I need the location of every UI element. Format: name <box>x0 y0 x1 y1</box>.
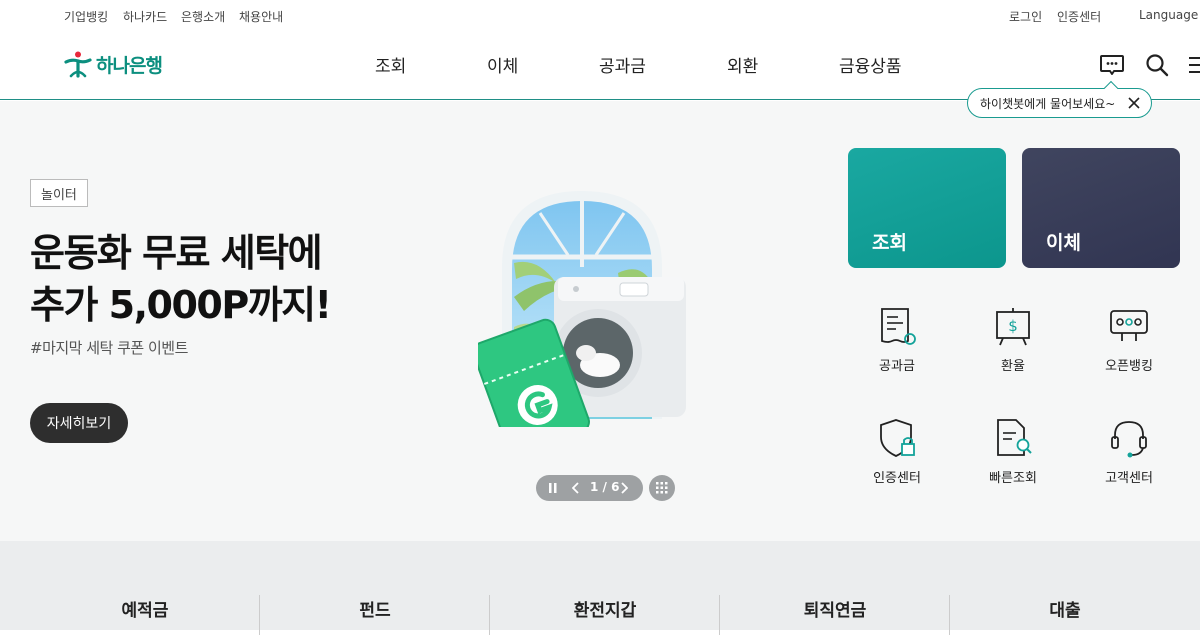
banner-all-button[interactable] <box>649 475 675 501</box>
hero-subtitle: #마지막 세탁 쿠폰 이벤트 <box>30 339 188 357</box>
pause-icon[interactable] <box>549 483 557 493</box>
nav-foreign-exchange[interactable]: 외환 <box>727 52 758 77</box>
quick-menu-open-banking[interactable]: 오픈뱅킹 <box>1079 305 1179 374</box>
quick-menu-label: 환율 <box>1001 359 1025 374</box>
hero-title-line-2: 추가 5,000P까지! <box>30 283 332 327</box>
quick-menu-label: 고객센터 <box>1105 471 1153 486</box>
document-search-icon <box>997 419 1032 456</box>
cert-center-link[interactable]: 인증센터 <box>1057 8 1101 25</box>
product-tab-pension[interactable]: 퇴직연금 <box>720 596 950 621</box>
util-link-about[interactable]: 은행소개 <box>181 8 225 25</box>
tooltip-text: 하이챗봇에게 물어보세요~ <box>980 96 1116 111</box>
chatbot-icon[interactable] <box>1099 52 1125 78</box>
quick-menu-quick-inquiry[interactable]: 빠른조회 <box>963 417 1063 486</box>
hana-logo-icon <box>64 51 92 78</box>
util-link-corporate[interactable]: 기업뱅킹 <box>64 8 108 25</box>
exchange-rate-icon: $ <box>996 308 1030 346</box>
quick-menu-label: 빠른조회 <box>989 471 1037 486</box>
hero-title-line-1: 운동화 무료 세탁에 <box>30 231 323 275</box>
quick-menu-exchange-rate[interactable]: $ 환율 <box>963 305 1063 374</box>
menu-icon[interactable] <box>1187 52 1200 78</box>
nav-inquiry[interactable]: 조회 <box>375 52 406 77</box>
quick-menu-label: 오픈뱅킹 <box>1105 359 1153 374</box>
language-link[interactable]: Language <box>1139 8 1198 22</box>
hero-banner: 놀이터 운동화 무료 세탁에 추가 5,000P까지! #마지막 세탁 쿠폰 이… <box>0 101 1200 541</box>
product-tab-deposits[interactable]: 예적금 <box>30 596 260 621</box>
utility-bar: 기업뱅킹 하나카드 은행소개 채용안내 로그인 인증센터 Language <box>0 0 1200 32</box>
headset-icon <box>1111 421 1147 458</box>
svg-text:$: $ <box>1008 317 1018 335</box>
quick-card-inquiry-label: 조회 <box>872 232 907 254</box>
login-link[interactable]: 로그인 <box>1009 8 1042 25</box>
product-tab-fx-wallet[interactable]: 환전지갑 <box>490 596 720 621</box>
search-icon[interactable] <box>1144 52 1170 78</box>
grid-icon <box>656 482 668 494</box>
view-details-button[interactable]: 자세히보기 <box>30 403 128 443</box>
quick-menu-label: 인증센터 <box>873 471 921 486</box>
open-banking-icon <box>1110 310 1148 341</box>
product-section: 예적금 펀드 환전지갑 퇴직연금 대출 <box>0 541 1200 635</box>
product-tab-funds[interactable]: 펀드 <box>260 596 490 621</box>
product-tab-loans[interactable]: 대출 <box>950 596 1180 621</box>
logo[interactable]: 하나은행 <box>64 50 163 78</box>
chatbot-tooltip: 하이챗봇에게 물어보세요~ <box>967 80 1152 118</box>
bill-icon <box>881 308 916 345</box>
logo-text: 하나은행 <box>96 54 163 77</box>
quick-card-transfer[interactable]: 이체 <box>1022 148 1180 268</box>
quick-card-inquiry[interactable]: 조회 <box>848 148 1006 268</box>
quick-card-transfer-label: 이체 <box>1046 232 1081 254</box>
pager-count: 1 / 6 <box>590 480 620 494</box>
close-icon[interactable] <box>1127 96 1141 110</box>
util-link-hanacard[interactable]: 하나카드 <box>123 8 167 25</box>
next-icon[interactable] <box>620 482 628 494</box>
util-link-careers[interactable]: 채용안내 <box>239 8 283 25</box>
quick-menu-label: 공과금 <box>879 359 915 374</box>
hero-title: 운동화 무료 세탁에 추가 5,000P까지! <box>30 227 450 331</box>
prev-icon[interactable] <box>572 482 580 494</box>
hero-badge: 놀이터 <box>30 179 88 207</box>
nav-transfer[interactable]: 이체 <box>487 52 518 77</box>
quick-menu-cert-center[interactable]: 인증센터 <box>847 417 947 486</box>
quick-menu-utility-bills[interactable]: 공과금 <box>847 305 947 374</box>
laundry-illustration <box>478 191 686 427</box>
shield-lock-icon <box>880 419 915 457</box>
nav-financial-products[interactable]: 금융상품 <box>839 52 902 77</box>
quick-menu-customer-center[interactable]: 고객센터 <box>1079 417 1179 486</box>
banner-pager: 1 / 6 <box>536 475 643 501</box>
nav-utility-bills[interactable]: 공과금 <box>599 52 646 77</box>
